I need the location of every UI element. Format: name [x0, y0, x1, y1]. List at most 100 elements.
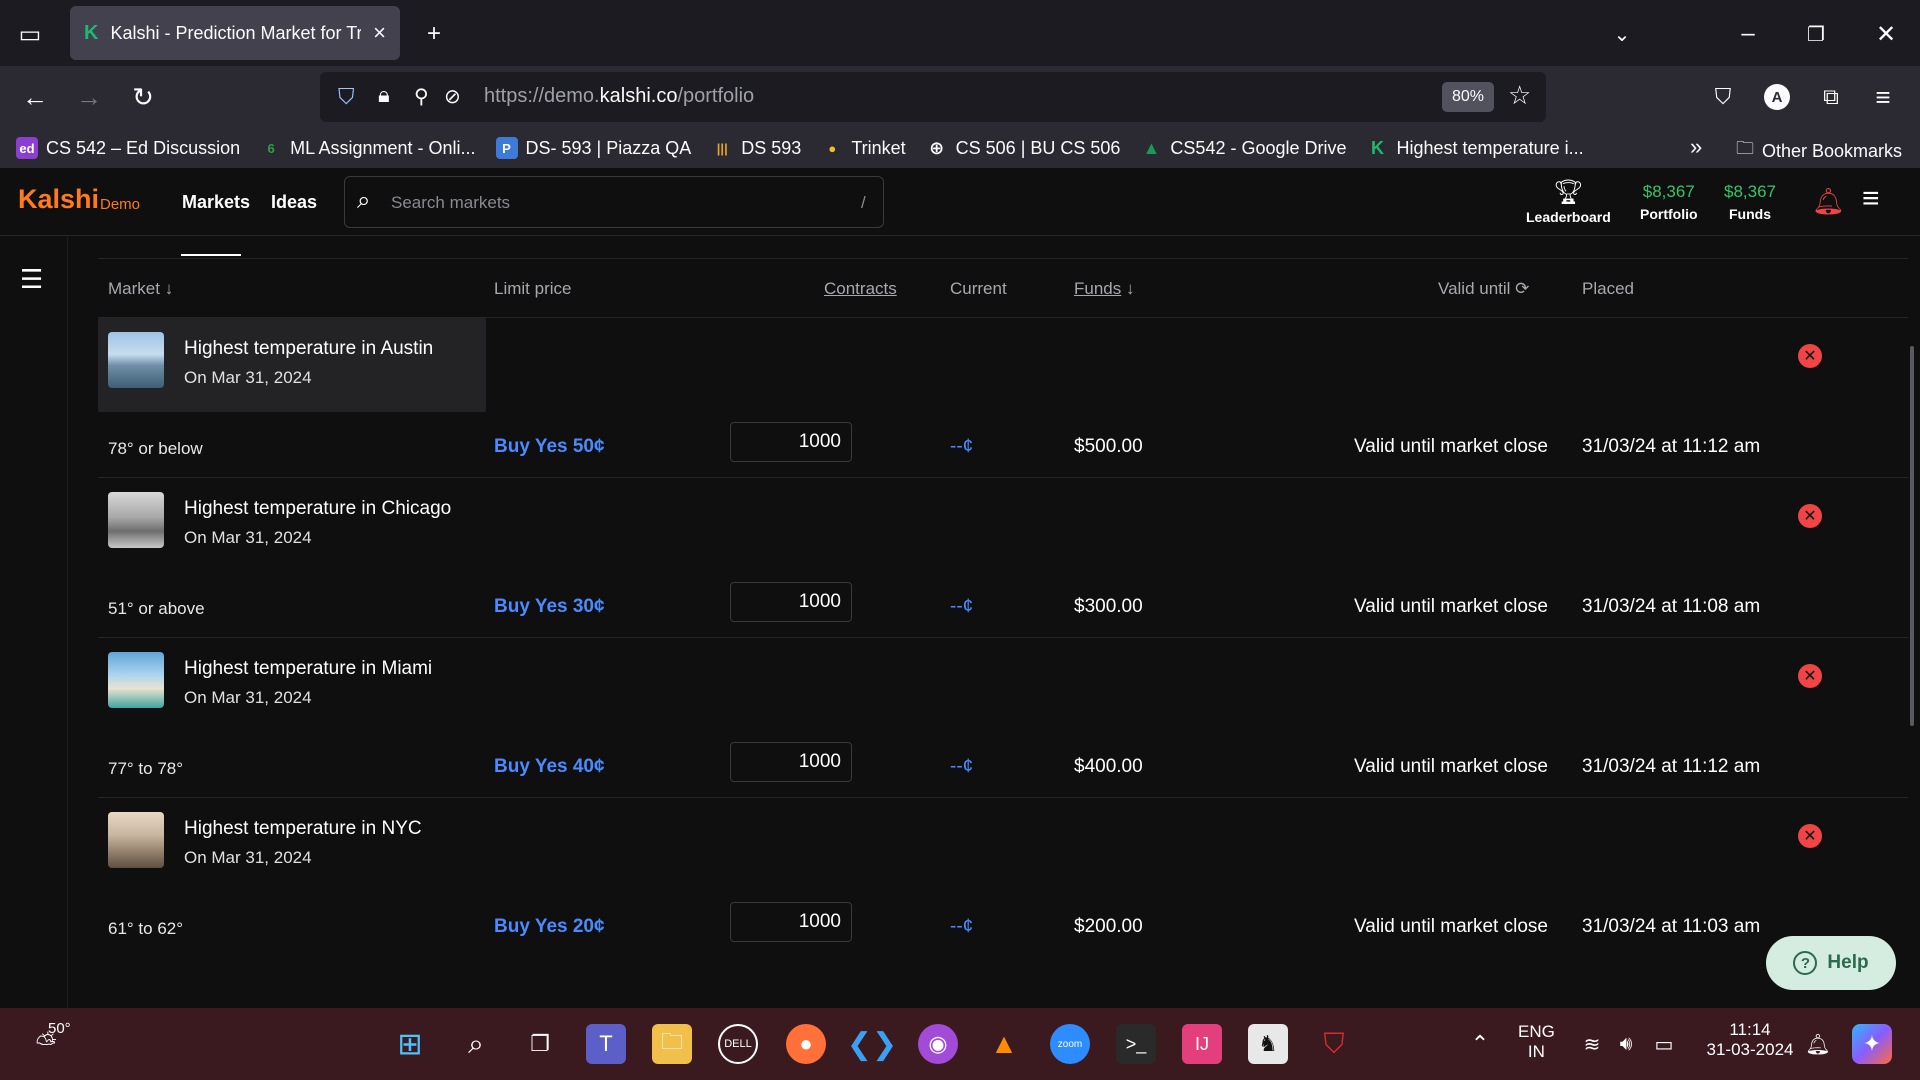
- menu-icon[interactable]: ≡: [1862, 182, 1880, 216]
- language-indicator[interactable]: ENG IN: [1518, 1022, 1555, 1062]
- mcafee-icon[interactable]: ⛉: [1314, 1024, 1354, 1064]
- notification-bell-icon[interactable]: 🔔︎: [1812, 186, 1845, 217]
- url-text[interactable]: https://demo.kalshi.co/portfolio: [484, 85, 754, 108]
- close-window-icon[interactable]: ✕: [1866, 14, 1906, 54]
- market-cell[interactable]: Highest temperature in NYC On Mar 31, 20…: [98, 798, 486, 892]
- battery-icon[interactable]: ▭: [1644, 1024, 1684, 1064]
- show-hidden-icons-icon[interactable]: ⌃: [1460, 1024, 1500, 1064]
- permissions-icon[interactable]: ⚲: [414, 84, 429, 109]
- back-icon[interactable]: ←: [14, 76, 56, 118]
- market-thumbnail: [108, 812, 164, 868]
- search-icon[interactable]: ⌕: [456, 1024, 496, 1064]
- market-title: Highest temperature in Austin: [184, 338, 434, 359]
- copilot-icon[interactable]: ✦: [1852, 1024, 1892, 1064]
- contracts-field[interactable]: 1000: [730, 422, 852, 462]
- lock-icon[interactable]: 🔒︎: [378, 82, 390, 108]
- bookmark-item[interactable]: ||| DS 593: [711, 137, 802, 159]
- market-cell[interactable]: Highest temperature in Chicago On Mar 31…: [98, 478, 486, 572]
- valid-until: Valid until market close: [1354, 916, 1548, 937]
- clock[interactable]: 11:14 31-03-2024: [1700, 1020, 1800, 1060]
- cancel-order-icon[interactable]: ✕: [1798, 664, 1822, 688]
- bookmark-item[interactable]: ● Trinket: [821, 137, 905, 159]
- page-scrollbar[interactable]: [1910, 346, 1914, 726]
- market-cell[interactable]: Highest temperature in Miami On Mar 31, …: [98, 638, 486, 732]
- nav-markets[interactable]: Markets: [182, 192, 250, 213]
- bookmark-item[interactable]: ⊕ CS 506 | BU CS 506: [926, 137, 1120, 159]
- cancel-order-icon[interactable]: ✕: [1798, 344, 1822, 368]
- limit-price: Buy Yes 20¢: [494, 916, 605, 937]
- account-icon[interactable]: A: [1756, 76, 1798, 118]
- notification-icon[interactable]: 🔔︎: [1798, 1024, 1838, 1064]
- portfolio-balance[interactable]: $8,367 Portfolio: [1640, 182, 1698, 222]
- trinket-icon: ●: [828, 140, 837, 156]
- market-cell[interactable]: Highest temperature in Austin On Mar 31,…: [98, 318, 486, 412]
- more-bookmarks-icon[interactable]: »: [1690, 134, 1702, 160]
- url-bar[interactable]: ⛉ 🔒︎ ⚲ ⊘ https://demo.kalshi.co/portfoli…: [320, 72, 1546, 122]
- bookmark-item[interactable]: P DS- 593 | Piazza QA: [495, 137, 691, 159]
- new-tab-icon[interactable]: +: [414, 14, 454, 54]
- windows-start-icon[interactable]: ⊞: [390, 1024, 430, 1064]
- bookmark-item[interactable]: 6 ML Assignment - Onli...: [260, 137, 475, 159]
- notifications-blocked-icon[interactable]: ⊘: [444, 84, 461, 109]
- pocket-icon[interactable]: ⛉: [1702, 76, 1744, 118]
- contracts-field[interactable]: 1000: [730, 582, 852, 622]
- funds-balance[interactable]: $8,367 Funds: [1724, 182, 1776, 222]
- firefox-icon[interactable]: ●: [786, 1024, 826, 1064]
- kindle-icon[interactable]: ♞: [1248, 1024, 1288, 1064]
- tab-overview-icon[interactable]: ▭: [10, 14, 50, 54]
- vscode-icon[interactable]: ❮❯: [847, 1024, 897, 1064]
- intellij-icon[interactable]: IJ: [1182, 1024, 1222, 1064]
- help-button[interactable]: ? Help: [1766, 936, 1896, 990]
- orders-panel: Market ↓ Limit price Contracts Current F…: [68, 236, 1908, 1008]
- leaderboard-button[interactable]: 🏆︎ Leaderboard: [1526, 178, 1611, 225]
- bar-chart-icon: |||: [716, 140, 728, 156]
- app-menu-icon[interactable]: ≡: [1862, 76, 1904, 118]
- bookmark-item[interactable]: ▲ CS542 - Google Drive: [1140, 137, 1347, 159]
- nav-ideas[interactable]: Ideas: [271, 192, 317, 213]
- volume-icon[interactable]: 🔊︎: [1606, 1024, 1646, 1064]
- bookmark-item[interactable]: K Highest temperature i...: [1367, 137, 1584, 159]
- search-input[interactable]: ⌕ Search markets /: [344, 176, 884, 228]
- funds-value: $400.00: [1074, 756, 1143, 777]
- shield-icon[interactable]: ⛉: [338, 84, 355, 110]
- globe-icon: ⊕: [929, 137, 945, 158]
- close-tab-icon[interactable]: ×: [373, 20, 386, 46]
- browser-tab-active[interactable]: K Kalshi - Prediction Market for Trading…: [70, 6, 400, 60]
- market-date: On Mar 31, 2024: [184, 368, 312, 387]
- list-icon[interactable]: ☰: [20, 264, 43, 295]
- task-view-icon[interactable]: ❐: [520, 1024, 560, 1064]
- cancel-order-icon[interactable]: ✕: [1798, 504, 1822, 528]
- zoom-level-badge[interactable]: 80%: [1442, 82, 1494, 112]
- zoom-icon[interactable]: zoom: [1050, 1024, 1090, 1064]
- minimize-icon[interactable]: –: [1728, 14, 1768, 54]
- order-row: Highest temperature in Miami On Mar 31, …: [98, 638, 1908, 798]
- reload-icon[interactable]: ↻: [122, 76, 164, 118]
- contracts-field[interactable]: 1000: [730, 742, 852, 782]
- app-mask-icon[interactable]: ◉: [918, 1024, 958, 1064]
- forward-icon[interactable]: →: [68, 76, 110, 118]
- cancel-order-icon[interactable]: ✕: [1798, 824, 1822, 848]
- dell-icon[interactable]: DELL: [718, 1024, 758, 1064]
- current-column-header: Current: [950, 279, 1007, 298]
- bookmark-star-icon[interactable]: ☆: [1508, 80, 1531, 111]
- search-icon: ⌕: [357, 187, 371, 214]
- funds-column-header[interactable]: Funds ↓: [1074, 279, 1134, 299]
- valid-until-column-header[interactable]: Valid until ⟳: [1438, 279, 1529, 299]
- other-bookmarks-folder[interactable]: 🗀 Other Bookmarks: [1736, 136, 1902, 166]
- vlc-icon[interactable]: ▲: [984, 1024, 1024, 1064]
- demo-label: Demo: [100, 196, 141, 213]
- contracts-column-header[interactable]: Contracts: [824, 279, 897, 299]
- kalshi-icon: K: [1371, 137, 1385, 158]
- teams-icon[interactable]: T: [586, 1024, 626, 1064]
- contracts-field[interactable]: 1000: [730, 902, 852, 942]
- file-explorer-icon[interactable]: 🗀: [652, 1024, 692, 1064]
- list-all-tabs-icon[interactable]: ⌄: [1602, 14, 1642, 54]
- funds-value: $500.00: [1074, 436, 1143, 457]
- market-column-header[interactable]: Market ↓: [108, 279, 173, 299]
- market-thumbnail: [108, 332, 164, 388]
- terminal-icon[interactable]: >_: [1116, 1024, 1156, 1064]
- kalshi-logo[interactable]: Kalshi: [18, 184, 99, 215]
- bookmark-item[interactable]: ed CS 542 – Ed Discussion: [16, 137, 240, 159]
- restore-icon[interactable]: ❐: [1796, 14, 1836, 54]
- extensions-icon[interactable]: ⧉: [1810, 76, 1852, 118]
